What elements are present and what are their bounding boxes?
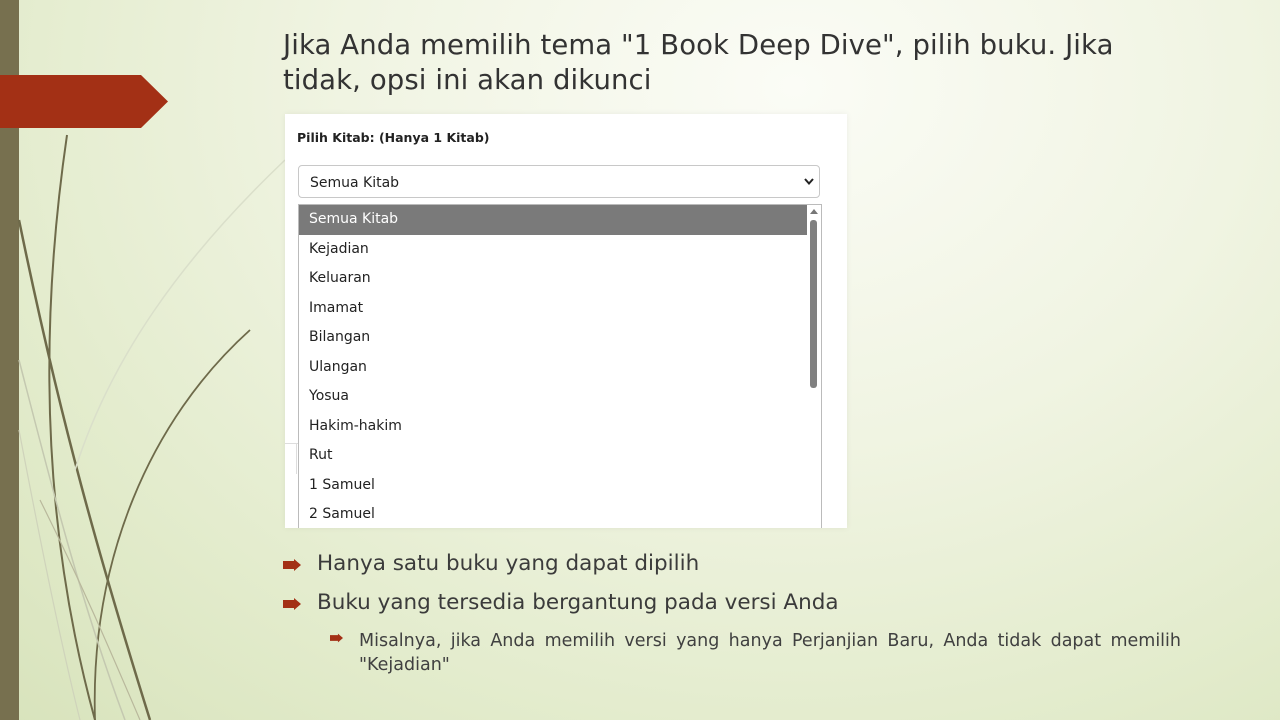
background-divider bbox=[296, 444, 297, 474]
option-hakim-hakim[interactable]: Hakim-hakim bbox=[299, 412, 808, 442]
select-dropdown-list[interactable]: Semua Kitab Kejadian Keluaran Imamat Bil… bbox=[298, 204, 822, 528]
select-value: Semua Kitab bbox=[310, 175, 400, 191]
red-arrow-shape bbox=[0, 75, 168, 128]
option-2-samuel[interactable]: 2 Samuel bbox=[299, 500, 808, 528]
dropdown-scrollbar[interactable] bbox=[807, 205, 821, 528]
option-1-samuel[interactable]: 1 Samuel bbox=[299, 471, 808, 501]
option-imamat[interactable]: Imamat bbox=[299, 294, 808, 324]
select-label: Pilih Kitab: (Hanya 1 Kitab) bbox=[297, 130, 490, 145]
sub-bullet-text: Misalnya, jika Anda memilih versi yang h… bbox=[359, 631, 1181, 675]
option-ulangan[interactable]: Ulangan bbox=[299, 353, 808, 383]
scroll-thumb[interactable] bbox=[810, 220, 817, 388]
arrow-bullet-icon bbox=[283, 598, 301, 610]
option-semua-kitab[interactable]: Semua Kitab bbox=[299, 205, 808, 235]
option-rut[interactable]: Rut bbox=[299, 441, 808, 471]
slide-title: Jika Anda memilih tema "1 Book Deep Dive… bbox=[283, 29, 1114, 96]
book-select[interactable]: Semua Kitab bbox=[298, 165, 820, 198]
bullet-item: Buku yang tersedia bergantung pada versi… bbox=[283, 588, 1183, 622]
arrow-bullet-icon bbox=[283, 559, 301, 571]
scroll-up-arrow-icon[interactable] bbox=[810, 209, 818, 214]
option-keluaran[interactable]: Keluaran bbox=[299, 264, 808, 294]
option-bilangan[interactable]: Bilangan bbox=[299, 323, 808, 353]
arrow-bullet-icon bbox=[330, 633, 343, 643]
bullet-item: Hanya satu buku yang dapat dipilih bbox=[283, 549, 1183, 583]
chevron-down-icon bbox=[804, 178, 814, 186]
option-yosua[interactable]: Yosua bbox=[299, 382, 808, 412]
bullet-text: Buku yang tersedia bergantung pada versi… bbox=[317, 590, 839, 615]
book-select-screenshot: Pilih Kitab: (Hanya 1 Kitab) Semua Kitab… bbox=[285, 114, 847, 528]
option-kejadian[interactable]: Kejadian bbox=[299, 235, 808, 265]
bullet-text: Hanya satu buku yang dapat dipilih bbox=[317, 551, 700, 576]
